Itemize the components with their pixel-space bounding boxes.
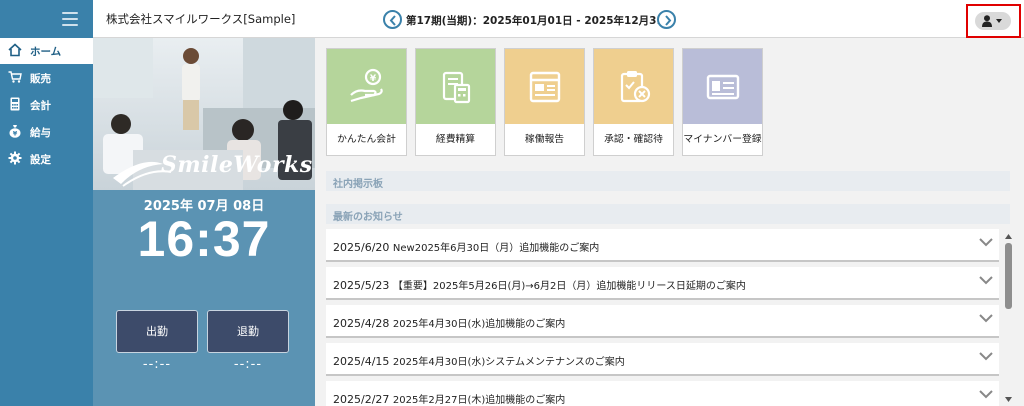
tile-work-report[interactable]: 稼働報告: [504, 48, 585, 156]
cart-icon: [8, 71, 22, 83]
chevron-down-icon[interactable]: [979, 275, 993, 285]
clock-in-time: --:--: [142, 357, 172, 372]
news-date: 2025/6/20 New2025年6月30日（月）追加機能のご案内: [333, 239, 599, 254]
hand-coin-icon: ¥: [350, 68, 383, 103]
chevron-down-icon[interactable]: [979, 389, 993, 399]
news-date-text: 2025/5/23: [333, 279, 390, 292]
calculator-icon: [10, 97, 20, 111]
news-title: 2025年6月30日（月）追加機能のご案内: [414, 243, 600, 254]
section-title: 最新のお知らせ: [333, 212, 403, 223]
chevron-left-icon: [389, 15, 396, 26]
news-header: 最新のお知らせ: [326, 204, 1010, 224]
svg-text:¥: ¥: [13, 130, 18, 138]
chevron-right-icon: [665, 15, 672, 26]
sidebar-item-settings[interactable]: 設定: [0, 146, 93, 172]
main-content: ¥ かんたん会計 経費精算 稼働報告 承認・確認待 マイナンバー登録 社内掲示板…: [315, 38, 1024, 406]
gear-icon: [8, 151, 22, 165]
tile-expense[interactable]: 経費精算: [415, 48, 496, 156]
header-sidebar-strip: [0, 0, 93, 38]
clock-out-time: --:--: [233, 357, 263, 372]
news-date: 2025/5/23 【重要】2025年5月26日(月)→6月2日（月）追加機能リ…: [333, 277, 746, 292]
sidebar-item-label: 会計: [30, 100, 51, 112]
user-menu-highlight: [966, 4, 1021, 38]
app-root: 株式会社スマイルワークス[Sample] 第17期(当期)：2025年01月01…: [0, 0, 1024, 406]
tile-label: 承認・確認待: [604, 134, 663, 145]
smileworks-logo: SmileWorks: [161, 152, 313, 178]
report-form-icon: [529, 71, 561, 103]
office-photo: SmileWorks: [93, 38, 315, 190]
news-item[interactable]: 2025/6/20 New2025年6月30日（月）追加機能のご案内: [326, 229, 999, 262]
tile-label: 稼働報告: [524, 134, 565, 145]
news-title: 2025年4月30日(水)追加機能のご案内: [392, 319, 566, 330]
money-bag-icon: ¥: [9, 125, 21, 138]
previous-period-button[interactable]: [383, 10, 402, 29]
news-date-text: 2025/4/28: [333, 317, 390, 330]
company-name: 株式会社スマイルワークス[Sample]: [106, 12, 296, 26]
news-item[interactable]: 2025/5/23 【重要】2025年5月26日(月)→6月2日（月）追加機能リ…: [326, 267, 999, 300]
news-item[interactable]: 2025/2/27 2025年2月27日(木)追加機能のご案内: [326, 381, 999, 406]
fiscal-period-label: 第17期(当期)：2025年01月01日 - 2025年12月31日: [406, 15, 675, 27]
tile-easy-accounting[interactable]: ¥ かんたん会計: [326, 48, 407, 156]
user-menu-button[interactable]: [975, 12, 1011, 30]
sidebar-item-label: ホーム: [30, 46, 62, 58]
tile-approval[interactable]: 承認・確認待: [593, 48, 674, 156]
chevron-down-icon[interactable]: [979, 237, 993, 247]
sidebar-item-label: 販売: [30, 73, 51, 85]
news-scrollbar[interactable]: [1004, 233, 1013, 406]
news-title: 2025年4月30日(水)システムメンテナンスのご案内: [392, 357, 625, 368]
receipt-calculator-icon: [442, 71, 471, 104]
news-item[interactable]: 2025/4/28 2025年4月30日(水)追加機能のご案内: [326, 305, 999, 338]
news-date: 2025/2/27 2025年2月27日(木)追加機能のご案内: [333, 391, 565, 406]
caret-down-icon: [996, 19, 1002, 23]
news-title: 【重要】2025年5月26日(月)→6月2日（月）追加機能リリース日延期のご案内: [392, 281, 746, 292]
new-badge: New: [392, 243, 415, 254]
sidebar: ホーム 販売 会計 ¥ 給与 設定: [0, 38, 93, 406]
clock-panel: SmileWorks 2025年 07月 08日 16:37 出勤 退勤 --:…: [93, 38, 315, 406]
news-date: 2025/4/28 2025年4月30日(水)追加機能のご案内: [333, 315, 565, 330]
scroll-down-arrow-icon[interactable]: [1005, 397, 1012, 403]
news-date-text: 2025/6/20: [333, 241, 390, 254]
hamburger-menu-icon[interactable]: [62, 12, 78, 26]
section-title: 社内掲示板: [333, 179, 383, 190]
scroll-up-arrow-icon[interactable]: [1005, 233, 1012, 239]
approval-clipboard-icon: [620, 71, 651, 103]
home-icon: [8, 43, 22, 57]
tile-my-number[interactable]: マイナンバー登録: [682, 48, 763, 156]
tile-label: マイナンバー登録: [683, 134, 762, 145]
sidebar-item-label: 給与: [30, 127, 51, 139]
current-time: 16:37: [137, 211, 271, 267]
user-icon: [982, 15, 1002, 27]
news-date: 2025/4/15 2025年4月30日(水)システムメンテナンスのご案内: [333, 353, 625, 368]
chevron-down-icon[interactable]: [979, 313, 993, 323]
sidebar-item-home[interactable]: ホーム: [0, 38, 93, 64]
clock-out-button[interactable]: 退勤: [207, 310, 289, 353]
tile-label: かんたん会計: [337, 134, 396, 145]
news-date-text: 2025/4/15: [333, 355, 390, 368]
news-title: 2025年2月27日(木)追加機能のご案内: [392, 395, 566, 406]
svg-text:¥: ¥: [370, 74, 377, 84]
clock-in-button[interactable]: 出勤: [116, 310, 198, 353]
scrollbar-thumb[interactable]: [1005, 243, 1012, 309]
news-date-text: 2025/2/27: [333, 393, 390, 406]
news-item[interactable]: 2025/4/15 2025年4月30日(水)システムメンテナンスのご案内: [326, 343, 999, 376]
sidebar-item-sales[interactable]: 販売: [0, 65, 93, 91]
tile-label: 経費精算: [435, 134, 476, 145]
chevron-down-icon[interactable]: [979, 351, 993, 361]
sidebar-item-accounting[interactable]: 会計: [0, 92, 93, 118]
sidebar-item-label: 設定: [30, 154, 51, 166]
header: 株式会社スマイルワークス[Sample] 第17期(当期)：2025年01月01…: [0, 0, 1024, 38]
sidebar-item-payroll[interactable]: ¥ 給与: [0, 119, 93, 145]
next-period-button[interactable]: [657, 10, 676, 29]
bulletin-board-header[interactable]: 社内掲示板: [326, 171, 1010, 191]
id-card-icon: [706, 74, 740, 100]
